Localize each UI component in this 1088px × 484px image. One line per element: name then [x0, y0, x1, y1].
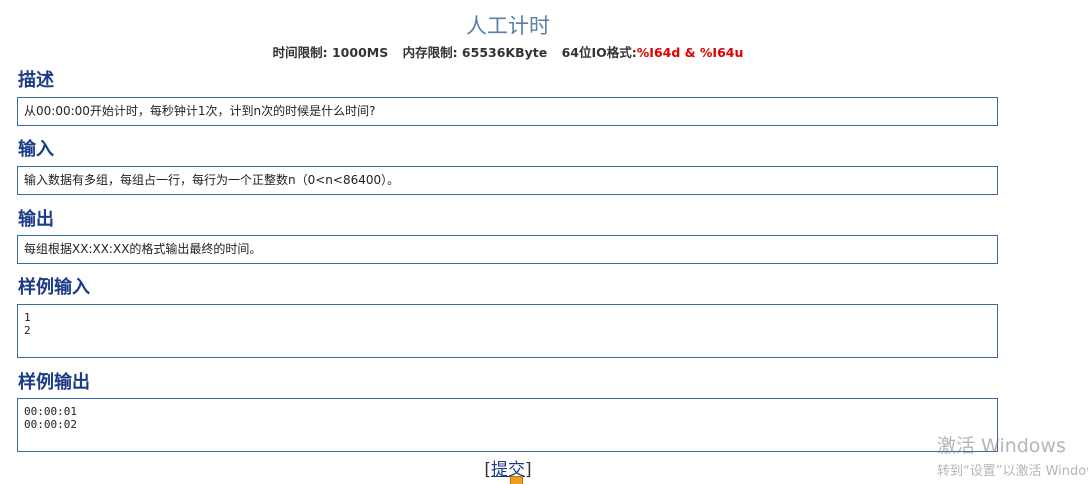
watermark-line2: 转到“设置”以激活 Windows。 [937, 464, 1088, 479]
sample-input-line: 2 [24, 324, 31, 337]
sample-input-box: 12 [17, 304, 998, 358]
time-limit: 时间限制: 1000MS [272, 45, 389, 60]
io-format-value: %I64d & %I64u [636, 45, 744, 60]
io-format-label: 64位IO格式: [561, 45, 637, 60]
sample-input-heading: 样例输入 [18, 277, 90, 298]
description-heading: 描述 [18, 70, 54, 91]
input-heading: 输入 [18, 139, 54, 160]
sample-input-line: 1 [24, 311, 31, 324]
feed-icon[interactable] [510, 476, 523, 484]
sample-output-line: 00:00:02 [24, 418, 77, 431]
bracket-open: [ [484, 460, 491, 480]
limits-line: 时间限制: 1000MS 内存限制: 65536KByte 64位IO格式:%I… [0, 42, 1016, 61]
output-box: 每组根据XX:XX:XX的格式输出最终的时间。 [17, 235, 998, 264]
sample-output-box: 00:00:01 00:00:02 [17, 398, 998, 452]
watermark-line1: 激活 Windows [937, 435, 1066, 457]
bracket-close: ] [525, 460, 532, 480]
submit-line: [提交] [0, 455, 1016, 480]
input-box: 输入数据有多组，每组占一行，每行为一个正整数n（0<n<86400）。 [17, 166, 998, 195]
activation-watermark: 激活 Windows 转到“设置”以激活 Windows。 [937, 431, 1088, 479]
output-heading: 输出 [18, 209, 54, 230]
sample-output-line: 00:00:01 [24, 405, 77, 418]
input-text: 输入数据有多组，每组占一行，每行为一个正整数n（0<n<86400）。 [24, 173, 400, 187]
memory-limit: 内存限制: 65536KByte [402, 45, 548, 60]
sample-output-heading: 样例输出 [18, 372, 90, 393]
output-text: 每组根据XX:XX:XX的格式输出最终的时间。 [24, 242, 262, 256]
description-box: 从00:00:00开始计时，每秒钟计1次，计到n次的时候是什么时间? [17, 97, 998, 126]
description-text: 从00:00:00开始计时，每秒钟计1次，计到n次的时候是什么时间? [24, 104, 376, 118]
problem-title: 人工计时 [466, 14, 550, 38]
